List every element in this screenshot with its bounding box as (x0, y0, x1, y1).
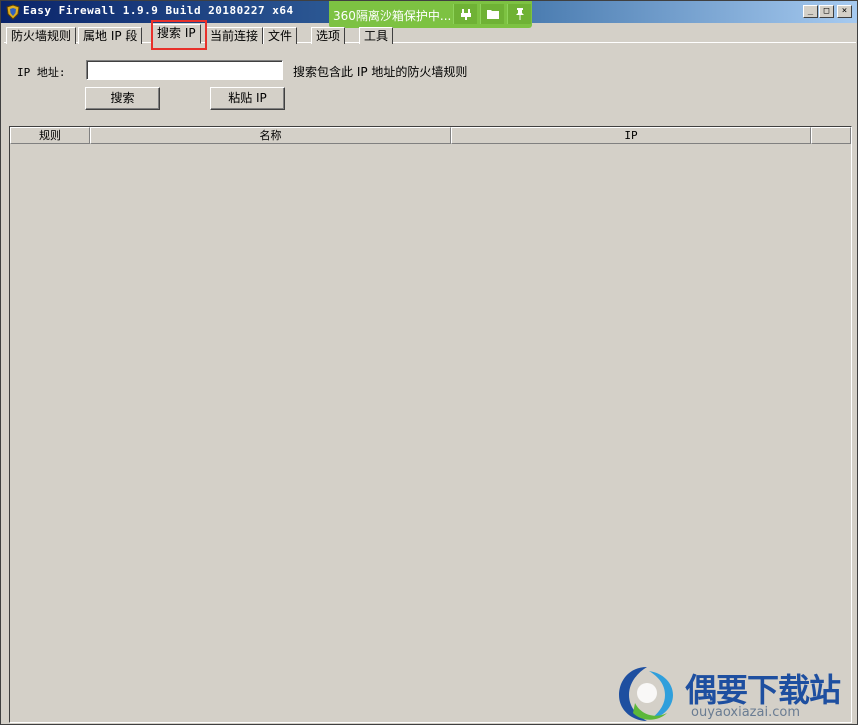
search-button[interactable]: 搜索 (85, 87, 160, 110)
site-watermark: 偶要下载站 ouyaoxiazai.com (613, 661, 853, 723)
plug-icon[interactable] (453, 4, 477, 24)
close-button[interactable]: × (837, 5, 852, 18)
tab-strip: 防火墙规则 属地 IP 段 搜索 IP 当前连接 文件 选项 工具 (4, 24, 856, 44)
paste-ip-button[interactable]: 粘贴 IP (210, 87, 285, 110)
tab-options[interactable]: 选项 (311, 27, 346, 44)
minimize-button[interactable]: _ (803, 5, 818, 18)
results-header: 规则 名称 IP (10, 127, 851, 144)
active-tab-highlight (151, 20, 207, 50)
sandbox-status-text: 360隔离沙箱保护中... (333, 9, 452, 23)
results-list[interactable]: 规则 名称 IP (9, 126, 852, 723)
ip-address-input[interactable] (86, 60, 283, 80)
folder-icon[interactable] (480, 4, 504, 24)
maximize-button[interactable]: □ (819, 5, 834, 18)
tab-firewall-rules[interactable]: 防火墙规则 (6, 27, 77, 44)
app-window: Easy Firewall 1.9.9 Build 20180227 x64 _… (0, 0, 858, 725)
tab-tools[interactable]: 工具 (359, 27, 394, 44)
column-ip[interactable]: IP (451, 127, 811, 144)
column-name[interactable]: 名称 (90, 127, 451, 144)
column-filler (811, 127, 851, 144)
firewall-shield-icon (5, 4, 21, 20)
sandbox-status-bar: 360隔离沙箱保护中... (329, 1, 532, 28)
ip-address-label: IP 地址: (17, 66, 66, 79)
tab-files[interactable]: 文件 (263, 27, 298, 44)
pin-icon[interactable] (507, 4, 531, 24)
tab-regional-ip[interactable]: 属地 IP 段 (78, 27, 143, 44)
window-title: Easy Firewall 1.9.9 Build 20180227 x64 (23, 4, 294, 17)
watermark-logo-icon (619, 667, 673, 721)
watermark-url: ouyaoxiazai.com (691, 705, 800, 720)
search-hint-text: 搜索包含此 IP 地址的防火墙规则 (293, 65, 468, 79)
column-rule[interactable]: 规则 (10, 127, 90, 144)
tab-connections[interactable]: 当前连接 (205, 27, 264, 44)
